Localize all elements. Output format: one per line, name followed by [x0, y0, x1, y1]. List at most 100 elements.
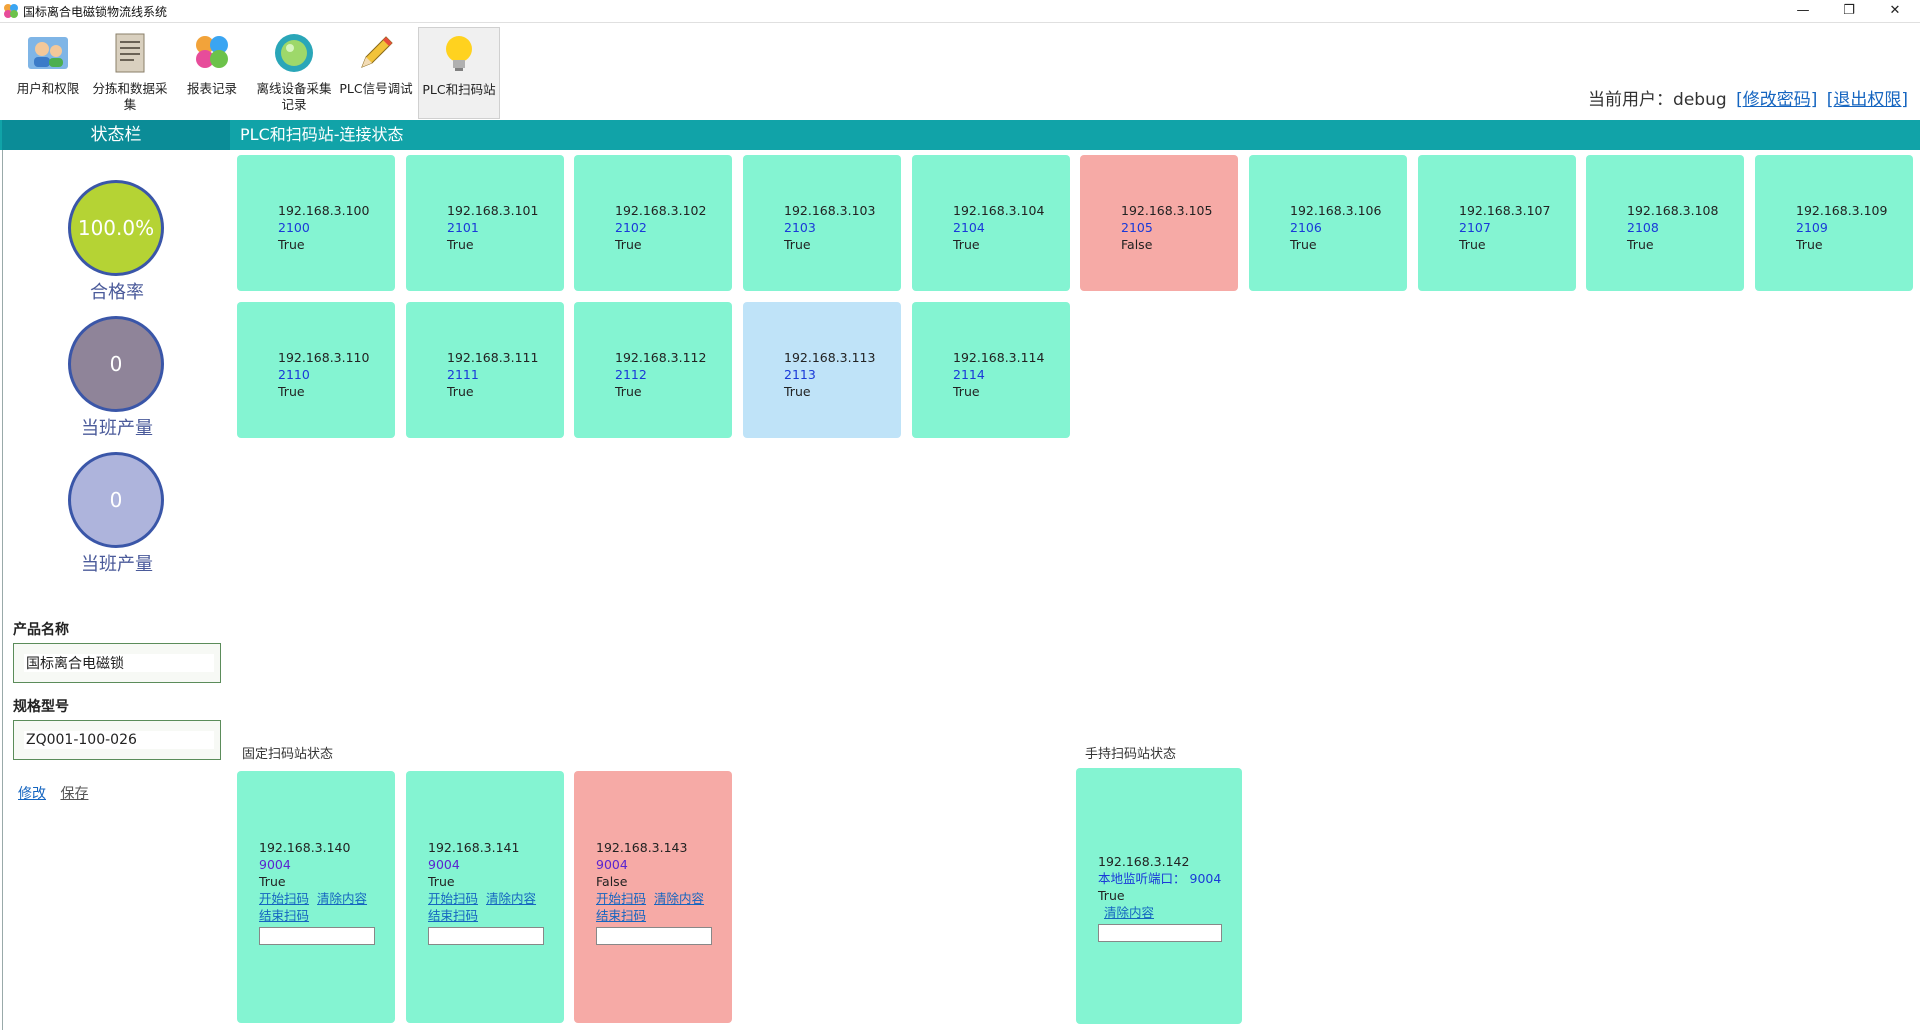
- plc-status: True: [953, 237, 980, 252]
- toolbar-sorting-data[interactable]: 分拣和数据采集: [90, 27, 170, 117]
- handheld-port-label: 本地监听端口：: [1098, 871, 1186, 886]
- change-password-link[interactable]: [修改密码]: [1736, 90, 1817, 110]
- shift-output-value: 0: [109, 352, 123, 376]
- save-link[interactable]: 保存: [60, 786, 88, 802]
- plc-port: 2113: [784, 367, 816, 382]
- plc-station-card[interactable]: 192.168.3.108 2108 True: [1586, 155, 1744, 291]
- plc-station-card[interactable]: 192.168.3.112 2112 True: [574, 302, 732, 438]
- plc-port: 2110: [278, 367, 310, 382]
- start-scan-link[interactable]: 开始扫码: [596, 890, 646, 907]
- plc-ip: 192.168.3.101: [447, 203, 539, 218]
- plc-station-card[interactable]: 192.168.3.105 2105 False: [1080, 155, 1238, 291]
- plc-station-card[interactable]: 192.168.3.106 2106 True: [1249, 155, 1407, 291]
- minimize-button[interactable]: —: [1780, 0, 1826, 22]
- scanner-port: 9004: [428, 857, 460, 872]
- scan-result-input[interactable]: [596, 927, 712, 945]
- handheld-input[interactable]: [1098, 924, 1222, 942]
- fixed-scanner-card: 192.168.3.140 9004 True 开始扫码 清除内容 结束扫码: [237, 771, 395, 1023]
- spec-label: 规格型号: [13, 699, 69, 715]
- toolbar-reports[interactable]: 报表记录: [172, 27, 252, 117]
- plc-status: True: [615, 237, 642, 252]
- plc-status: True: [447, 384, 474, 399]
- shift-output-2-circle: 0: [68, 452, 164, 548]
- start-scan-link[interactable]: 开始扫码: [428, 890, 478, 907]
- plc-port: 2106: [1290, 220, 1322, 235]
- plc-ip: 192.168.3.102: [615, 203, 707, 218]
- scanner-status: False: [596, 874, 628, 889]
- plc-station-card[interactable]: 192.168.3.114 2114 True: [912, 302, 1070, 438]
- plc-status: True: [447, 237, 474, 252]
- plc-station-card[interactable]: 192.168.3.101 2101 True: [406, 155, 564, 291]
- plc-port: 2111: [447, 367, 479, 382]
- scanner-actions: 开始扫码 清除内容 结束扫码: [259, 890, 395, 924]
- shift-output-2-value: 0: [109, 488, 123, 512]
- scan-result-input[interactable]: [428, 927, 544, 945]
- end-scan-link[interactable]: 结束扫码: [259, 907, 309, 924]
- plc-port: 2108: [1627, 220, 1659, 235]
- plc-port: 2109: [1796, 220, 1828, 235]
- plc-station-card[interactable]: 192.168.3.100 2100 True: [237, 155, 395, 291]
- user-name: debug: [1673, 90, 1727, 110]
- handheld-clear-link[interactable]: 清除内容: [1104, 905, 1154, 920]
- fixed-scanner-card: 192.168.3.141 9004 True 开始扫码 清除内容 结束扫码: [406, 771, 564, 1023]
- product-name-label: 产品名称: [13, 622, 69, 638]
- shift-output-label: 当班产量: [81, 418, 153, 439]
- plc-station-card[interactable]: 192.168.3.102 2102 True: [574, 155, 732, 291]
- main-panel: 192.168.3.100 2100 True 192.168.3.101 21…: [231, 150, 1920, 1034]
- status-sidebar: 100.0% 合格率 0 当班产量 0 当班产量 产品名称 规格型号 修改 保存: [2, 150, 232, 1030]
- plc-station-card[interactable]: 192.168.3.103 2103 True: [743, 155, 901, 291]
- user-info: 当前用户：debug [修改密码] [退出权限]: [1588, 85, 1908, 110]
- plc-station-card[interactable]: 192.168.3.104 2104 True: [912, 155, 1070, 291]
- toolbar-label: 分拣和数据采集: [92, 81, 168, 112]
- clear-content-link[interactable]: 清除内容: [654, 890, 704, 907]
- scan-result-input[interactable]: [259, 927, 375, 945]
- pencil-icon: [361, 36, 393, 68]
- globe-icon: [275, 34, 313, 72]
- scanner-actions: 开始扫码 清除内容 结束扫码: [428, 890, 564, 924]
- plc-status: True: [784, 237, 811, 252]
- close-button[interactable]: ✕: [1872, 0, 1918, 22]
- users-icon: [28, 37, 68, 69]
- start-scan-link[interactable]: 开始扫码: [259, 890, 309, 907]
- spec-input[interactable]: [24, 731, 214, 749]
- toolbar-plc-debug[interactable]: PLC信号调试: [336, 27, 416, 117]
- toolbar-users-permissions[interactable]: 用户和权限: [8, 27, 88, 117]
- plc-status: False: [1121, 237, 1153, 252]
- edit-link[interactable]: 修改: [18, 786, 46, 802]
- end-scan-link[interactable]: 结束扫码: [596, 907, 646, 924]
- spec-box: [13, 720, 221, 760]
- scanner-ip: 192.168.3.140: [259, 840, 351, 855]
- plc-station-card[interactable]: 192.168.3.109 2109 True: [1755, 155, 1913, 291]
- plc-status: True: [1459, 237, 1486, 252]
- app-icon: [4, 4, 18, 18]
- plc-station-card[interactable]: 192.168.3.107 2107 True: [1418, 155, 1576, 291]
- clear-content-link[interactable]: 清除内容: [486, 890, 536, 907]
- handheld-scan-label: 手持扫码站状态: [1085, 747, 1177, 762]
- scanner-ip: 192.168.3.143: [596, 840, 688, 855]
- plc-ip: 192.168.3.109: [1796, 203, 1888, 218]
- plc-status: True: [1796, 237, 1823, 252]
- logout-link[interactable]: [退出权限]: [1827, 90, 1908, 110]
- plc-station-card[interactable]: 192.168.3.110 2110 True: [237, 302, 395, 438]
- product-name-input[interactable]: [24, 654, 214, 672]
- plc-status: True: [278, 384, 305, 399]
- restore-button[interactable]: ❐: [1826, 0, 1872, 22]
- clear-content-link[interactable]: 清除内容: [317, 890, 367, 907]
- handheld-port: 9004: [1189, 871, 1222, 886]
- scanner-ip: 192.168.3.141: [428, 840, 520, 855]
- scanner-actions: 开始扫码 清除内容 结束扫码: [596, 890, 732, 924]
- toolbar-offline-records[interactable]: 离线设备采集记录: [254, 27, 334, 117]
- plc-status: True: [953, 384, 980, 399]
- toolbar-label: PLC信号调试: [339, 81, 413, 96]
- plc-ip: 192.168.3.105: [1121, 203, 1213, 218]
- toolbar-plc-scan[interactable]: PLC和扫码站: [418, 27, 500, 119]
- plc-port: 2104: [953, 220, 985, 235]
- plc-station-card-selected[interactable]: 192.168.3.113 2113 True: [743, 302, 901, 438]
- sidebar-title: 状态栏: [2, 120, 230, 150]
- scanner-status: True: [428, 874, 455, 889]
- toolbar-label: 离线设备采集记录: [256, 81, 332, 112]
- plc-station-card[interactable]: 192.168.3.111 2111 True: [406, 302, 564, 438]
- end-scan-link[interactable]: 结束扫码: [428, 907, 478, 924]
- plc-ip: 192.168.3.104: [953, 203, 1045, 218]
- plc-status: True: [278, 237, 305, 252]
